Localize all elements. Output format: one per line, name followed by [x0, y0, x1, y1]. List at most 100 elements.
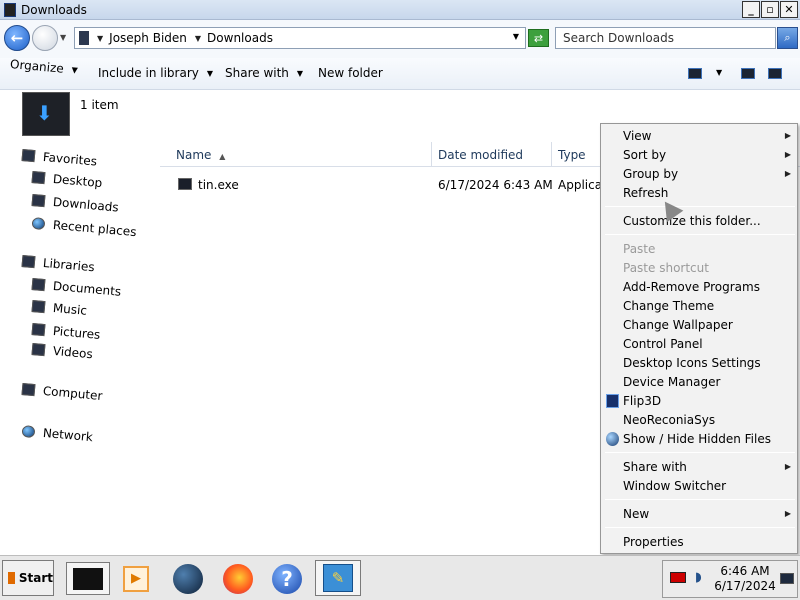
window-controls: _ ▫ ✕: [742, 1, 798, 18]
start-button[interactable]: Start: [2, 560, 54, 596]
clock[interactable]: 6:46 AM 6/17/2024: [713, 564, 777, 594]
menu-item-flip3d[interactable]: Flip3D: [601, 392, 797, 411]
sort-ascending-icon: ▲: [219, 152, 226, 161]
start-label: Start: [18, 571, 53, 585]
menu-item-refresh[interactable]: Refresh: [601, 184, 797, 203]
include-in-library-button[interactable]: Include in library ▼: [98, 66, 213, 80]
tray-monitor-icon[interactable]: [670, 572, 686, 583]
taskbar-help[interactable]: ?: [269, 562, 305, 595]
paint-icon: ✎: [323, 564, 353, 592]
menu-item-customize-folder[interactable]: Customize this folder...: [601, 212, 797, 231]
menu-item-share-with[interactable]: Share with ▶: [601, 458, 797, 477]
forward-button[interactable]: [32, 25, 58, 51]
menu-item-group-by[interactable]: Group by ▶: [601, 165, 797, 184]
submenu-arrow-icon: ▶: [784, 169, 791, 178]
command-bar: Organize ▼ Include in library ▼ Share wi…: [0, 57, 800, 90]
submenu-arrow-icon: ▶: [784, 509, 791, 518]
system-tray: ◗ 6:46 AM 6/17/2024: [662, 560, 798, 598]
share-with-button[interactable]: Share with ▼: [225, 66, 303, 80]
history-dropdown-icon[interactable]: ▼: [60, 33, 66, 42]
menu-item-show-hide-hidden-files[interactable]: Show / Hide Hidden Files: [601, 430, 797, 449]
sidebar-item-documents[interactable]: Documents: [31, 277, 122, 299]
file-date-modified: 6/17/2024 6:43 AM: [438, 178, 553, 192]
taskbar-globe-app[interactable]: [170, 562, 206, 595]
chevron-down-icon: ▼: [97, 33, 104, 43]
search-button[interactable]: ⌕: [777, 27, 798, 49]
breadcrumb-user[interactable]: ▼ Joseph Biden: [97, 31, 187, 45]
chevron-down-icon: ▼: [206, 68, 214, 78]
search-input[interactable]: Search Downloads: [555, 27, 776, 49]
menu-item-device-manager[interactable]: Device Manager: [601, 373, 797, 392]
column-header-label: Name: [176, 148, 212, 162]
back-arrow-icon: ←: [10, 29, 24, 47]
include-in-library-label: Include in library: [98, 66, 199, 80]
menu-item-sort-by[interactable]: Sort by ▶: [601, 146, 797, 165]
sidebar-item-libraries[interactable]: Libraries: [21, 254, 95, 274]
menu-item-new[interactable]: New ▶: [601, 505, 797, 524]
taskbar-media-player[interactable]: ▶: [118, 562, 154, 595]
menu-item-control-panel[interactable]: Control Panel: [601, 335, 797, 354]
clock-time: 6:46 AM: [720, 564, 770, 578]
preview-pane-icon[interactable]: [741, 68, 755, 79]
globe-icon: [606, 432, 619, 446]
taskbar-paint[interactable]: ✎: [315, 560, 361, 596]
taskbar-explorer[interactable]: [66, 562, 110, 595]
back-button[interactable]: ←: [4, 25, 30, 51]
sidebar-item-computer[interactable]: Computer: [21, 382, 103, 403]
change-view-icon[interactable]: [688, 68, 702, 79]
menu-item-view[interactable]: View ▶: [601, 127, 797, 146]
menu-separator: [605, 527, 795, 528]
menu-item-neoreconiasys[interactable]: NeoReconiaSys: [601, 411, 797, 430]
context-menu: View ▶ Sort by ▶ Group by ▶ Refresh Cust…: [600, 123, 798, 554]
close-button[interactable]: ✕: [780, 1, 798, 18]
item-count: 1 item: [80, 98, 119, 112]
maximize-button[interactable]: ▫: [761, 1, 779, 18]
music-icon: [31, 300, 46, 314]
menu-separator: [605, 234, 795, 235]
column-header-name[interactable]: Name ▲: [170, 142, 432, 167]
sidebar-item-desktop[interactable]: Desktop: [31, 170, 103, 191]
sidebar-item-label: Desktop: [52, 171, 103, 191]
sidebar-item-label: Libraries: [42, 255, 96, 275]
sidebar-item-network[interactable]: Network: [21, 424, 93, 444]
sidebar-item-label: Music: [52, 300, 88, 318]
view-dropdown-icon[interactable]: ▼: [716, 68, 722, 77]
menu-item-change-theme[interactable]: Change Theme: [601, 297, 797, 316]
sidebar-item-videos[interactable]: Videos: [31, 342, 93, 361]
organize-button[interactable]: Organize ▼: [10, 57, 79, 77]
submenu-arrow-icon: ▶: [784, 150, 791, 159]
sidebar-item-recent-places[interactable]: Recent places: [31, 216, 137, 239]
clock-date: 6/17/2024: [714, 579, 776, 593]
column-header-date-modified[interactable]: Date modified: [432, 142, 552, 167]
menu-item-window-switcher[interactable]: Window Switcher: [601, 477, 797, 496]
tray-network-icon[interactable]: ◗: [695, 570, 702, 585]
sidebar-item-music[interactable]: Music: [31, 299, 88, 318]
show-desktop-icon[interactable]: [780, 573, 794, 584]
sidebar-item-pictures[interactable]: Pictures: [31, 322, 101, 342]
menu-item-properties[interactable]: Properties: [601, 533, 797, 552]
breadcrumb-downloads[interactable]: ▼ Downloads: [195, 31, 273, 45]
address-dropdown-icon[interactable]: ▼: [513, 32, 519, 41]
menu-item-paste: Paste: [623, 242, 656, 256]
menu-item-change-wallpaper[interactable]: Change Wallpaper: [601, 316, 797, 335]
chevron-down-icon: ▼: [71, 64, 79, 75]
menu-item-add-remove-programs[interactable]: Add-Remove Programs: [601, 278, 797, 297]
refresh-button[interactable]: ⇄: [528, 29, 549, 47]
navigation-pane: 1 item Favorites Desktop Downloads Recen…: [0, 90, 160, 555]
firefox-icon: [223, 563, 253, 594]
sidebar-item-favorites[interactable]: Favorites: [21, 148, 98, 169]
menu-item-desktop-icons-settings[interactable]: Desktop Icons Settings: [601, 354, 797, 373]
taskbar-firefox[interactable]: [220, 562, 256, 595]
folder-icon: [79, 31, 89, 45]
address-bar[interactable]: ▼ Joseph Biden ▼ Downloads ▼: [74, 27, 526, 49]
help-icon[interactable]: [768, 68, 782, 79]
downloads-folder-icon: [22, 92, 70, 136]
minimize-button[interactable]: _: [742, 1, 760, 18]
refresh-icon: ⇄: [533, 31, 544, 45]
sidebar-item-label: Downloads: [52, 194, 120, 215]
network-icon: [21, 425, 36, 439]
sidebar-item-downloads[interactable]: Downloads: [31, 193, 119, 215]
recent-places-icon: [31, 217, 46, 231]
new-folder-button[interactable]: New folder: [318, 66, 383, 80]
globe-icon: [173, 563, 203, 594]
